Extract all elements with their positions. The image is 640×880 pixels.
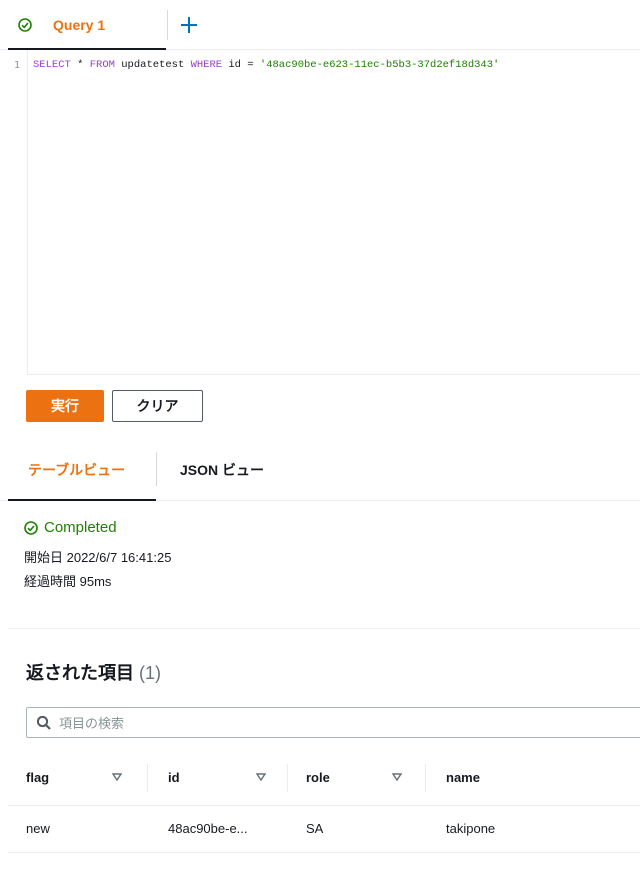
status-text: Completed bbox=[44, 519, 117, 536]
column-divider bbox=[425, 764, 426, 792]
code-string-value: '48ac90be-e623-11ec-b5b3-37d2ef18d343' bbox=[259, 59, 500, 71]
column-header-flag[interactable]: flag bbox=[26, 750, 148, 806]
cell-id: 48ac90be-e... bbox=[168, 821, 248, 836]
column-label: role bbox=[306, 770, 330, 785]
cell-role: SA bbox=[306, 821, 324, 836]
keyword-where: WHERE bbox=[190, 59, 223, 71]
sort-down-icon[interactable] bbox=[392, 773, 402, 781]
check-circle-icon bbox=[18, 18, 32, 32]
search-field[interactable] bbox=[26, 707, 640, 738]
sql-editor[interactable]: 1 SELECT * FROM updatetest WHERE id = '4… bbox=[0, 50, 640, 375]
result-view-tabs: テーブルビュー JSON ビュー bbox=[0, 438, 640, 501]
section-gap bbox=[0, 606, 640, 628]
results-title: 返された項目 (1) bbox=[26, 659, 161, 685]
column-label: flag bbox=[26, 770, 50, 785]
clear-button[interactable]: クリア bbox=[112, 390, 203, 422]
code-star: * bbox=[70, 59, 90, 71]
start-time: 開始日 2022/6/7 16:41:25 bbox=[24, 550, 172, 565]
tab-json-view[interactable]: JSON ビュー bbox=[180, 460, 264, 480]
tab-table-view-label: テーブルビュー bbox=[28, 462, 126, 478]
column-header-role[interactable]: role bbox=[306, 750, 426, 806]
line-number: 1 bbox=[14, 60, 21, 71]
tab-table-view[interactable]: テーブルビュー bbox=[8, 438, 156, 501]
cell-flag: new bbox=[26, 821, 50, 836]
results-panel: 返された項目 (1) flag id role name new bbox=[8, 628, 640, 880]
results-count: (1) bbox=[139, 663, 162, 683]
column-header-id[interactable]: id bbox=[168, 750, 288, 806]
tab-label: Query 1 bbox=[53, 17, 106, 33]
cell-name: takipone bbox=[446, 821, 496, 836]
table-header: flag id role name bbox=[8, 750, 640, 806]
column-divider bbox=[147, 764, 148, 792]
run-button[interactable]: 実行 bbox=[26, 390, 104, 422]
column-divider bbox=[287, 764, 288, 792]
keyword-select: SELECT bbox=[33, 59, 71, 71]
code-table: updatetest bbox=[114, 59, 191, 71]
query-tab-bar: Query 1 bbox=[0, 0, 640, 50]
tab-query-1[interactable]: Query 1 bbox=[8, 0, 166, 50]
tab-divider bbox=[167, 10, 168, 40]
results-title-text: 返された項目 bbox=[26, 663, 134, 683]
column-label: name bbox=[446, 770, 480, 785]
sort-down-icon[interactable] bbox=[112, 773, 122, 781]
keyword-from: FROM bbox=[89, 59, 115, 71]
line-gutter: 1 bbox=[0, 50, 28, 375]
column-header-name[interactable]: name bbox=[446, 750, 626, 806]
tab-divider bbox=[156, 452, 157, 486]
column-label: id bbox=[168, 770, 180, 785]
sort-down-icon[interactable] bbox=[256, 773, 266, 781]
table-row[interactable]: new 48ac90be-e... SA takipone bbox=[8, 807, 640, 853]
check-circle-icon bbox=[24, 521, 38, 535]
search-input[interactable] bbox=[59, 714, 619, 732]
search-icon bbox=[36, 715, 51, 730]
code-condition: id = bbox=[222, 59, 260, 71]
plus-icon[interactable] bbox=[176, 12, 202, 38]
sql-code-line[interactable]: SELECT * FROM updatetest WHERE id = '48a… bbox=[33, 59, 499, 71]
elapsed-time: 経過時間 95ms bbox=[24, 574, 112, 589]
